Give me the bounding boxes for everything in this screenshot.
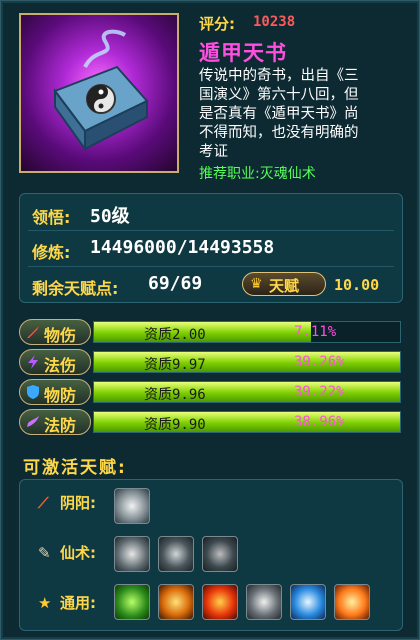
- stat-bar: 资质2.00 7.11%: [93, 321, 401, 343]
- stat-percent: 39.26%: [294, 354, 345, 370]
- stat-tag: 法防: [19, 409, 91, 435]
- stat-row-magic-attack: 法伤 资质9.97 39.26%: [19, 349, 403, 375]
- activatable-talents-title: 可激活天赋:: [23, 458, 127, 478]
- stat-label: 物防: [44, 386, 77, 405]
- stat-label: 法伤: [44, 356, 77, 375]
- fan-icon: ✎: [38, 544, 51, 562]
- stat-tag: 物伤: [19, 319, 91, 345]
- stat-quality: 资质9.90: [144, 417, 206, 433]
- burst-skill-icon[interactable]: [334, 584, 370, 620]
- stat-bar: 资质9.96 39.22%: [93, 381, 401, 403]
- talent-group-label: 通用:: [60, 594, 96, 612]
- lightning-icon: [28, 355, 38, 369]
- fire-skill-icon[interactable]: [202, 584, 238, 620]
- stat-row-physical-attack: 物伤 资质2.00 7.11%: [19, 319, 403, 345]
- whip-icon: ⟋: [38, 494, 49, 512]
- stat-label: 物伤: [44, 326, 77, 345]
- stat-bar-fill: [94, 412, 400, 432]
- sword-icon: [27, 326, 39, 338]
- description-line: 不得而知，也没有明确的: [199, 125, 359, 141]
- stat-tag: 物防: [19, 379, 91, 405]
- smoke-icon: [83, 29, 127, 69]
- flame-aura-skill-icon[interactable]: [158, 584, 194, 620]
- comprehension-label: 领悟:: [32, 208, 71, 227]
- stat-percent: 7.11%: [294, 324, 337, 340]
- stat-row-physical-defense: 物防 资质9.96 39.22%: [19, 379, 403, 405]
- item-icon: [19, 13, 179, 173]
- dragon-skill-icon[interactable]: [202, 536, 238, 572]
- tooltip-frame: 评分: 10238 遁甲天书 传说中的奇书，出自《三 国演义》第六十八回，但 是…: [0, 0, 420, 640]
- talent-button[interactable]: ♛ 天赋: [242, 272, 326, 296]
- stat-tag: 法伤: [19, 349, 91, 375]
- stat-quality: 资质9.97: [144, 357, 206, 373]
- crown-icon: ♛: [250, 276, 263, 292]
- talent-value: 10.00: [334, 276, 380, 294]
- description-line: 考证: [199, 144, 228, 160]
- recommended-class: 推荐职业:灭魂仙术: [199, 166, 316, 182]
- description-line: 传说中的奇书，出自《三: [199, 68, 359, 84]
- score-label: 评分:: [199, 15, 235, 33]
- talent-group-label: 仙术:: [60, 544, 96, 562]
- stat-quality: 资质9.96: [144, 387, 206, 403]
- wind-skill-icon[interactable]: [114, 536, 150, 572]
- meditation-skill-icon[interactable]: [290, 584, 326, 620]
- divider: [28, 230, 394, 231]
- shield-icon: [27, 385, 39, 399]
- talent-points-label: 剩余天赋点:: [32, 279, 119, 298]
- score-value: 10238: [253, 14, 296, 30]
- description-line: 国演义》第六十八回，但: [199, 87, 359, 103]
- stat-bar-fill: [94, 382, 400, 402]
- book-icon: [53, 65, 149, 153]
- stat-percent: 39.22%: [294, 384, 345, 400]
- stat-label: 法防: [44, 416, 77, 435]
- swirl-skill-icon[interactable]: [114, 488, 150, 524]
- talent-group-label: 阴阳:: [60, 494, 96, 512]
- cultivation-label: 修炼:: [32, 243, 71, 262]
- description-line: 是否真有《遁甲天书》尚: [199, 106, 359, 122]
- vortex-skill-icon[interactable]: [158, 536, 194, 572]
- talent-button-label: 天赋: [269, 277, 300, 295]
- stat-row-magic-defense: 法防 资质9.90 38.96%: [19, 409, 403, 435]
- cultivation-value: 14496000/14493558: [90, 237, 275, 258]
- divider: [28, 266, 394, 267]
- item-description: 传说中的奇书，出自《三 国演义》第六十八回，但 是否真有《遁甲天书》尚 不得而知…: [199, 67, 411, 162]
- beast-skill-icon[interactable]: [246, 584, 282, 620]
- stat-percent: 38.96%: [294, 414, 345, 430]
- star-icon: ★: [38, 594, 52, 612]
- item-title: 遁甲天书: [199, 41, 287, 65]
- stat-bar: 资质9.97 39.26%: [93, 351, 401, 373]
- stat-bar: 资质9.90 38.96%: [93, 411, 401, 433]
- magic-shield-icon: [27, 416, 39, 427]
- warrior-skill-icon[interactable]: [114, 584, 150, 620]
- stat-bar-fill: [94, 352, 400, 372]
- info-panel: 领悟: 50级 修炼: 14496000/14493558 剩余天赋点: 69/…: [19, 193, 403, 303]
- talent-points-value: 69/69: [148, 273, 203, 294]
- talents-panel: ⟋ 阴阳: ✎ 仙术: ★ 通用:: [19, 479, 403, 631]
- stat-quality: 资质2.00: [144, 327, 206, 343]
- comprehension-value: 50级: [90, 206, 130, 227]
